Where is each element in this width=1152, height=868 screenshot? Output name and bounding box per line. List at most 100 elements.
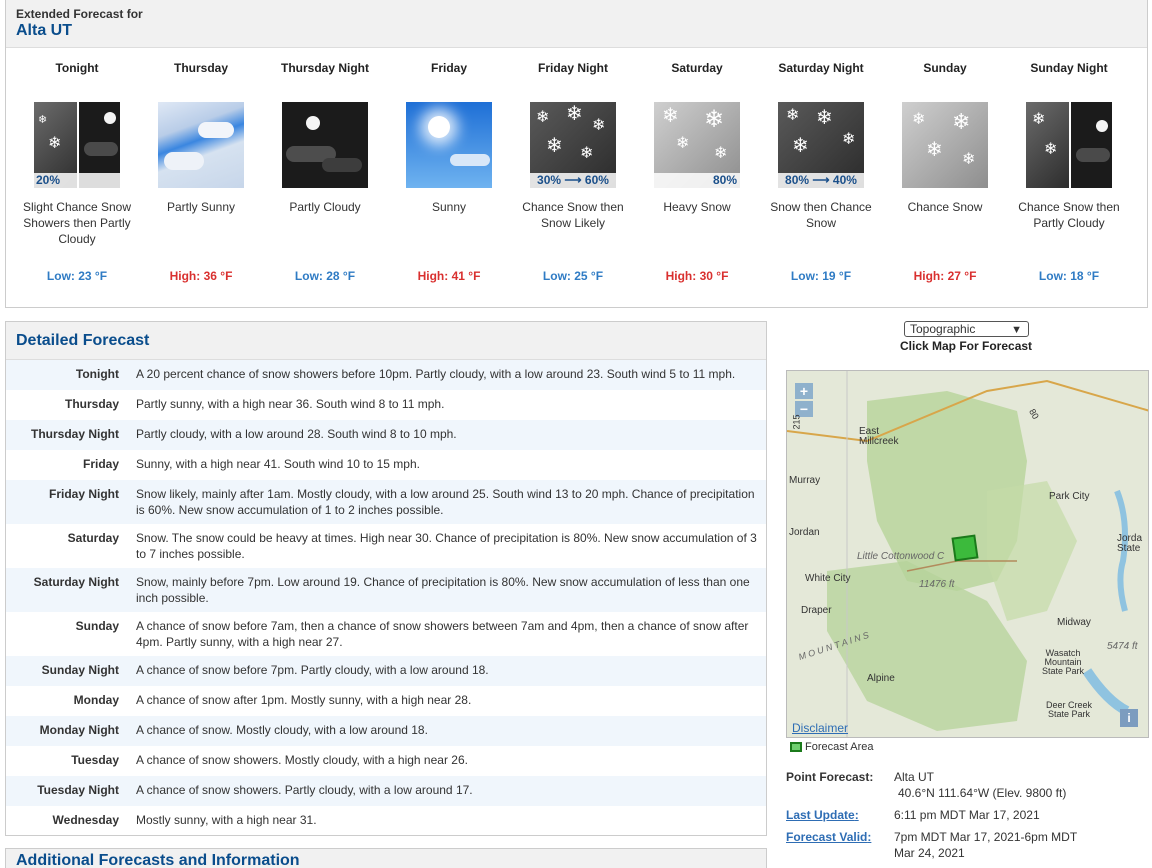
table-row: Saturday Night Snow, mainly before 7pm. L…: [6, 568, 766, 612]
detailed-forecast-title: Detailed Forecast: [6, 322, 766, 360]
period-tonight[interactable]: Tonight ❄ ❄ 20% Slight Chance Snow Showe…: [17, 60, 137, 283]
map-caption: Click Map For Forecast: [900, 339, 1033, 353]
temperature: High: 41 °F: [417, 269, 481, 283]
extended-forecast-header: Extended Forecast for Alta UT: [6, 0, 1147, 48]
row-text: Snow likely, mainly after 1am. Mostly cl…: [136, 487, 755, 517]
info-icon[interactable]: i: [1120, 709, 1138, 727]
disclaimer-link[interactable]: Disclaimer: [792, 721, 848, 735]
map-label-jordan: Jordan: [789, 527, 820, 538]
row-label: Wednesday: [52, 813, 119, 827]
table-row: Sunday A chance of snow before 7am, then …: [6, 612, 766, 656]
temperature: High: 36 °F: [169, 269, 233, 283]
period-friday[interactable]: Friday Sunny High: 41 °F: [389, 60, 509, 283]
map-label-alpine: Alpine: [867, 673, 895, 684]
chevron-down-icon: ▼: [1011, 324, 1022, 336]
row-text: A chance of snow showers. Mostly cloudy,…: [136, 753, 468, 767]
pop-label: 20%: [34, 173, 120, 188]
row-text: A chance of snow. Mostly cloudy, with a …: [136, 723, 428, 737]
forecast-valid-link[interactable]: Forecast Valid:: [786, 829, 871, 845]
temperature: Low: 18 °F: [1038, 269, 1100, 283]
row-label: Monday Night: [39, 723, 119, 737]
period-name: Sunday: [923, 61, 967, 75]
map-label-draper: Draper: [801, 605, 832, 616]
row-label: Thursday Night: [30, 427, 119, 441]
row-label: Tonight: [75, 367, 119, 381]
table-row: Monday Night A chance of snow. Mostly clo…: [6, 716, 766, 746]
period-sunday[interactable]: Sunday ❄ ❄ ❄ ❄ Chance Snow High: 27 °F: [885, 60, 1005, 283]
map-type-select[interactable]: Topographic ▼: [904, 321, 1029, 337]
temperature: Low: 19 °F: [790, 269, 852, 283]
row-text: A chance of snow showers. Partly cloudy,…: [136, 783, 473, 797]
row-label: Thursday: [64, 397, 119, 411]
period-sunday-night[interactable]: Sunday Night ❄ ❄ Chance Snow then Partly…: [1009, 60, 1129, 283]
row-text: A chance of snow before 7am, then a chan…: [136, 619, 749, 649]
additional-forecasts-title: Additional Forecasts and Information: [5, 848, 767, 868]
table-row: Monday A chance of snow after 1pm. Mostly…: [6, 686, 766, 716]
period-name: Tonight: [55, 61, 99, 75]
row-label: Saturday Night: [33, 575, 119, 589]
period-friday-night[interactable]: Friday Night ❄ ❄ ❄ ❄ ❄ 30% ⟶ 60% Chance …: [513, 60, 633, 283]
short-description: Sunny: [431, 200, 467, 214]
row-label: Sunday Night: [41, 663, 119, 677]
row-label: Tuesday Night: [37, 783, 119, 797]
table-row: Sunday Night A chance of snow before 7pm.…: [6, 656, 766, 686]
map-label-little-cottonwood: Little Cottonwood C: [857, 551, 945, 562]
row-text: Snow. The snow could be heavy at times. …: [136, 531, 757, 561]
table-row: Thursday Night Partly cloudy, with a low …: [6, 420, 766, 450]
last-update-link[interactable]: Last Update:: [786, 807, 859, 823]
table-row: Tonight A 20 percent chance of snow showe…: [6, 360, 766, 390]
legend-label: Forecast Area: [805, 741, 874, 753]
forecast-map[interactable]: + − East Millcreek Murray Park City Jord…: [786, 370, 1149, 738]
row-text: A chance of snow before 7pm. Partly clou…: [136, 663, 489, 677]
snow-icon: ❄ ❄ ❄ ❄ ❄ 30% ⟶ 60%: [530, 102, 616, 188]
snow-showers-then-night-icon: ❄ ❄ 20%: [34, 102, 120, 188]
short-description: Heavy Snow: [663, 200, 731, 214]
map-label-wasatch-park: Wasatch Mountain State Park: [1041, 648, 1085, 676]
map-label-jordanelle: Jorda State: [1117, 533, 1143, 554]
map-label-elevation: 5474 ft: [1107, 641, 1138, 652]
zoom-in-button[interactable]: +: [795, 383, 813, 399]
short-description: Chance Snow: [907, 200, 983, 214]
point-forecast-coords: 40.6°N 111.64°W (Elev. 9800 ft): [898, 786, 1067, 800]
map-label-deer-creek: Deer Creek State Park: [1045, 700, 1092, 719]
partly-cloudy-night-icon: [282, 102, 368, 188]
map-legend: Forecast Area: [790, 741, 873, 753]
row-label: Tuesday: [71, 753, 119, 767]
period-name: Saturday Night: [778, 61, 864, 75]
pop-label: 30% ⟶ 60%: [530, 173, 616, 188]
table-row: Wednesday Mostly sunny, with a high near …: [6, 806, 766, 836]
row-text: Sunny, with a high near 41. South wind 1…: [136, 457, 420, 471]
row-label: Sunday: [75, 619, 119, 633]
last-update-label: Last Update: [786, 808, 855, 822]
point-forecast-label: Point Forecast:: [786, 770, 874, 784]
pop-label: 80% ⟶ 40%: [778, 173, 864, 188]
map-label-east-millcreek: East Millcreek: [859, 426, 899, 447]
row-text: Snow, mainly before 7pm. Low around 19. …: [136, 575, 750, 605]
heavy-snow-icon: ❄ ❄ ❄ ❄ 80%: [654, 102, 740, 188]
row-label: Friday Night: [48, 487, 119, 501]
temperature: Low: 23 °F: [46, 269, 108, 283]
detailed-forecast-table: Tonight A 20 percent chance of snow showe…: [6, 360, 766, 836]
short-description: Chance Snow then Partly Cloudy: [1018, 200, 1120, 230]
chance-snow-icon: ❄ ❄ ❄ ❄: [902, 102, 988, 188]
map-type-value: Topographic: [910, 322, 976, 336]
table-row: Friday Night Snow likely, mainly after 1a…: [6, 480, 766, 524]
short-description: Chance Snow then Snow Likely: [522, 200, 624, 230]
table-row: Saturday Snow. The snow could be heavy at…: [6, 524, 766, 568]
period-name: Thursday: [173, 61, 228, 75]
snow-icon: ❄ ❄ ❄ ❄ 80% ⟶ 40%: [778, 102, 864, 188]
period-thursday-night[interactable]: Thursday Night Partly Cloudy Low: 28 °F: [265, 60, 385, 283]
period-name: Thursday Night: [280, 61, 369, 75]
row-text: A 20 percent chance of snow showers befo…: [136, 367, 736, 381]
point-forecast-name: Alta UT: [894, 770, 935, 784]
row-text: Mostly sunny, with a high near 31.: [136, 813, 317, 827]
map-label-murray: Murray: [789, 475, 821, 486]
forecast-valid-label: Forecast Valid: [786, 830, 868, 844]
period-thursday[interactable]: Thursday Partly Sunny High: 36 °F: [141, 60, 261, 283]
pop-label: 80%: [654, 173, 740, 188]
period-saturday[interactable]: Saturday ❄ ❄ ❄ ❄ 80% Heavy Snow High: 30…: [637, 60, 757, 283]
period-saturday-night[interactable]: Saturday Night ❄ ❄ ❄ ❄ 80% ⟶ 40% Snow th…: [761, 60, 881, 283]
map-label-midway: Midway: [1057, 617, 1091, 628]
row-text: Partly cloudy, with a low around 28. Sou…: [136, 427, 457, 441]
extended-forecast-title: Extended Forecast for: [16, 7, 143, 21]
